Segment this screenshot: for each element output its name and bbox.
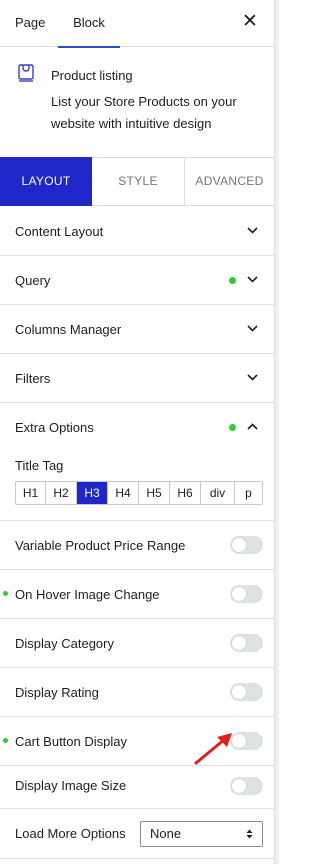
chevron-down-icon [247,374,258,381]
toggle-knob [232,636,246,650]
chevron-down-icon [247,227,258,234]
chevron-down-icon [247,325,258,332]
option-label: Display Rating [15,685,99,700]
divider [0,858,274,859]
modified-indicator [3,591,8,596]
variable-price-range-toggle[interactable] [230,536,263,554]
option-label: Display Category [15,636,114,651]
close-icon[interactable]: ✕ [240,12,260,32]
section-extra-options[interactable]: Extra Options [0,403,274,452]
block-title: Product listing [51,68,133,83]
select-value: None [150,826,182,841]
chevron-down-icon [247,276,258,283]
block-description: List your Store Products on your website… [51,94,237,131]
option-load-more: Load More Options None [0,808,274,858]
tag-option[interactable]: div [201,482,235,504]
section-columns-manager[interactable]: Columns Manager [0,305,274,354]
select-arrows-icon [246,829,253,839]
sidebar-tabs: Page Block ✕ [0,0,274,48]
tag-option-selected[interactable]: H3 [77,482,108,504]
option-hover-image-change: On Hover Image Change [0,569,274,618]
hover-image-change-toggle[interactable] [230,585,263,603]
section-label: Columns Manager [15,322,122,337]
modified-indicator [3,738,8,743]
load-more-select[interactable]: None [140,821,263,847]
toggle-knob [232,538,246,552]
option-label: Cart Button Display [15,734,127,749]
scrollbar-track[interactable] [274,0,279,864]
tag-option[interactable]: p [235,482,262,504]
toggle-knob [232,779,246,793]
modified-indicator [229,424,236,431]
section-content-layout[interactable]: Content Layout [0,207,274,256]
option-label: Variable Product Price Range [15,538,186,553]
toggle-knob [232,685,246,699]
section-label: Filters [15,371,51,386]
tab-advanced[interactable]: ADVANCED [185,158,274,205]
option-variable-price-range: Variable Product Price Range [0,520,274,569]
title-tag-selector: H1 H2 H3 H4 H5 H6 div p [15,481,263,505]
section-query[interactable]: Query [0,256,274,305]
block-card: Product listing List your Store Products… [0,48,274,157]
option-label: Load More Options [15,826,126,841]
option-label: On Hover Image Change [15,587,160,602]
section-filters[interactable]: Filters [0,354,274,403]
display-category-toggle[interactable] [230,634,263,652]
chevron-up-icon [247,423,258,430]
display-rating-toggle[interactable] [230,683,263,701]
product-listing-icon [18,64,34,82]
toggle-knob [232,587,246,601]
modified-indicator [229,277,236,284]
annotation-arrow-icon [194,733,232,765]
block-settings-panel: Page Block ✕ Product listing List your S… [0,0,274,864]
section-label: Query [15,273,51,288]
display-image-size-toggle[interactable] [230,777,263,795]
tag-option[interactable]: H2 [46,482,77,504]
option-label: Display Image Size [15,778,127,793]
title-tag-label: Title Tag [15,458,64,473]
tag-option[interactable]: H4 [108,482,139,504]
tag-option[interactable]: H6 [170,482,201,504]
option-display-category: Display Category [0,618,274,667]
option-display-rating: Display Rating [0,667,274,716]
option-display-image-size: Display Image Size [0,765,274,808]
panel-mode-tabs: LAYOUT STYLE ADVANCED [0,157,274,206]
tab-page[interactable]: Page [15,0,45,47]
tag-option[interactable]: H5 [139,482,170,504]
tab-style[interactable]: STYLE [92,158,185,205]
tag-option[interactable]: H1 [16,482,46,504]
section-label: Extra Options [15,420,94,435]
tab-block[interactable]: Block [58,0,120,48]
section-label: Content Layout [15,224,104,239]
tab-layout[interactable]: LAYOUT [0,157,92,206]
